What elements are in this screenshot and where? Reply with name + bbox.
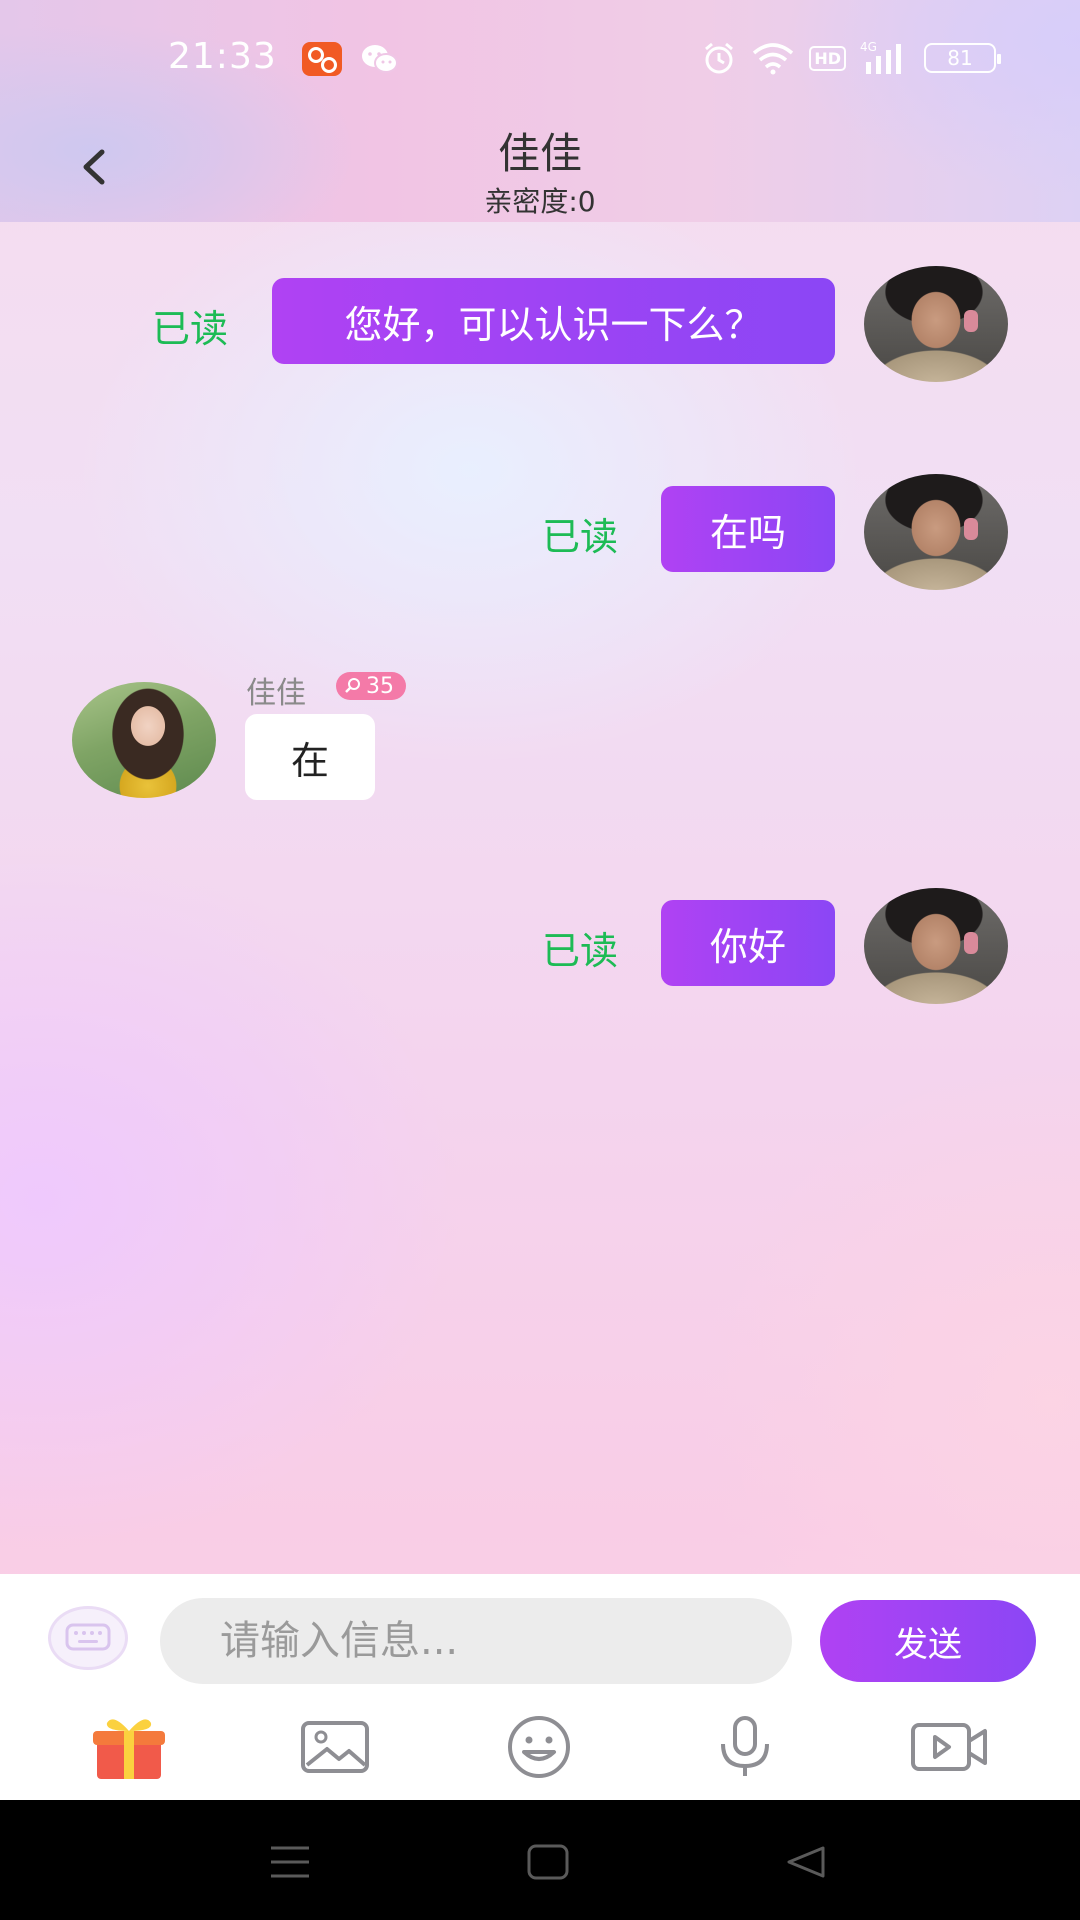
status-time: 21:33 (168, 36, 277, 77)
my-avatar[interactable] (864, 266, 1008, 382)
status-indicators: HD 4G 81 (701, 40, 1001, 76)
emoji-icon (508, 1716, 570, 1778)
intimacy-badge-value: 35 (366, 673, 394, 699)
wechat-icon (362, 45, 398, 73)
sender-name: 佳佳 (246, 676, 306, 711)
video-call-button[interactable] (904, 1704, 994, 1790)
chat-title: 佳佳 (497, 129, 582, 178)
contact-avatar[interactable] (72, 682, 216, 798)
read-status: 已读 (152, 307, 229, 351)
intimacy-level: 亲密度:0 (484, 185, 596, 218)
back-triangle-icon (787, 1846, 825, 1878)
message-bubble-outgoing[interactable]: 你好 (661, 900, 835, 986)
menu-button[interactable] (262, 1834, 318, 1890)
home-button[interactable] (520, 1834, 576, 1890)
menu-icon (271, 1846, 309, 1878)
home-icon (527, 1844, 569, 1880)
hd-icon: HD (809, 45, 846, 71)
action-toolbar (0, 1704, 1080, 1790)
keyboard-button[interactable] (48, 1606, 128, 1670)
back-nav-button[interactable] (778, 1834, 834, 1890)
gift-icon (93, 1719, 165, 1779)
message-input[interactable] (160, 1598, 792, 1684)
gift-button[interactable] (84, 1704, 174, 1790)
voice-button[interactable] (700, 1704, 790, 1790)
read-status: 已读 (542, 929, 619, 973)
message-bubble-incoming[interactable]: 在 (245, 714, 375, 800)
battery-level: 81 (947, 46, 973, 70)
search-heart-icon (345, 678, 360, 693)
kuaishou-app-icon (302, 42, 342, 76)
input-panel: 发送 (0, 1574, 1080, 1800)
my-avatar[interactable] (864, 888, 1008, 1004)
microphone-icon (721, 1716, 769, 1776)
battery-icon: 81 (924, 43, 1001, 73)
emoji-button[interactable] (494, 1704, 584, 1790)
wifi-icon (753, 43, 794, 75)
send-button[interactable]: 发送 (820, 1600, 1036, 1682)
alarm-icon (705, 42, 734, 74)
message-list[interactable]: 已读 您好，可以认识一下么？ 已读 在吗 佳佳 35 在 已读 你好 (0, 222, 1080, 1574)
signal-4g-icon: 4G (860, 40, 901, 74)
message-bubble-outgoing[interactable]: 在吗 (661, 486, 835, 572)
message-bubble-outgoing[interactable]: 您好，可以认识一下么？ (272, 278, 835, 364)
top-bar: 21:33 HD 4G 81 佳佳 亲密度:0 (0, 0, 1080, 222)
image-button[interactable] (290, 1704, 380, 1790)
intimacy-badge: 35 (336, 672, 406, 700)
image-icon (301, 1721, 369, 1773)
chat-screen: 21:33 HD 4G 81 佳佳 亲密度:0 已读 您好，可以认识一下么？ 已… (0, 0, 1080, 1800)
system-navigation-bar (0, 1800, 1080, 1920)
keyboard-icon (65, 1623, 111, 1651)
network-type-label: 4G (860, 40, 877, 54)
status-bar: 21:33 HD 4G 81 (0, 0, 1080, 116)
my-avatar[interactable] (864, 474, 1008, 590)
video-call-icon (911, 1723, 987, 1771)
read-status: 已读 (542, 515, 619, 559)
